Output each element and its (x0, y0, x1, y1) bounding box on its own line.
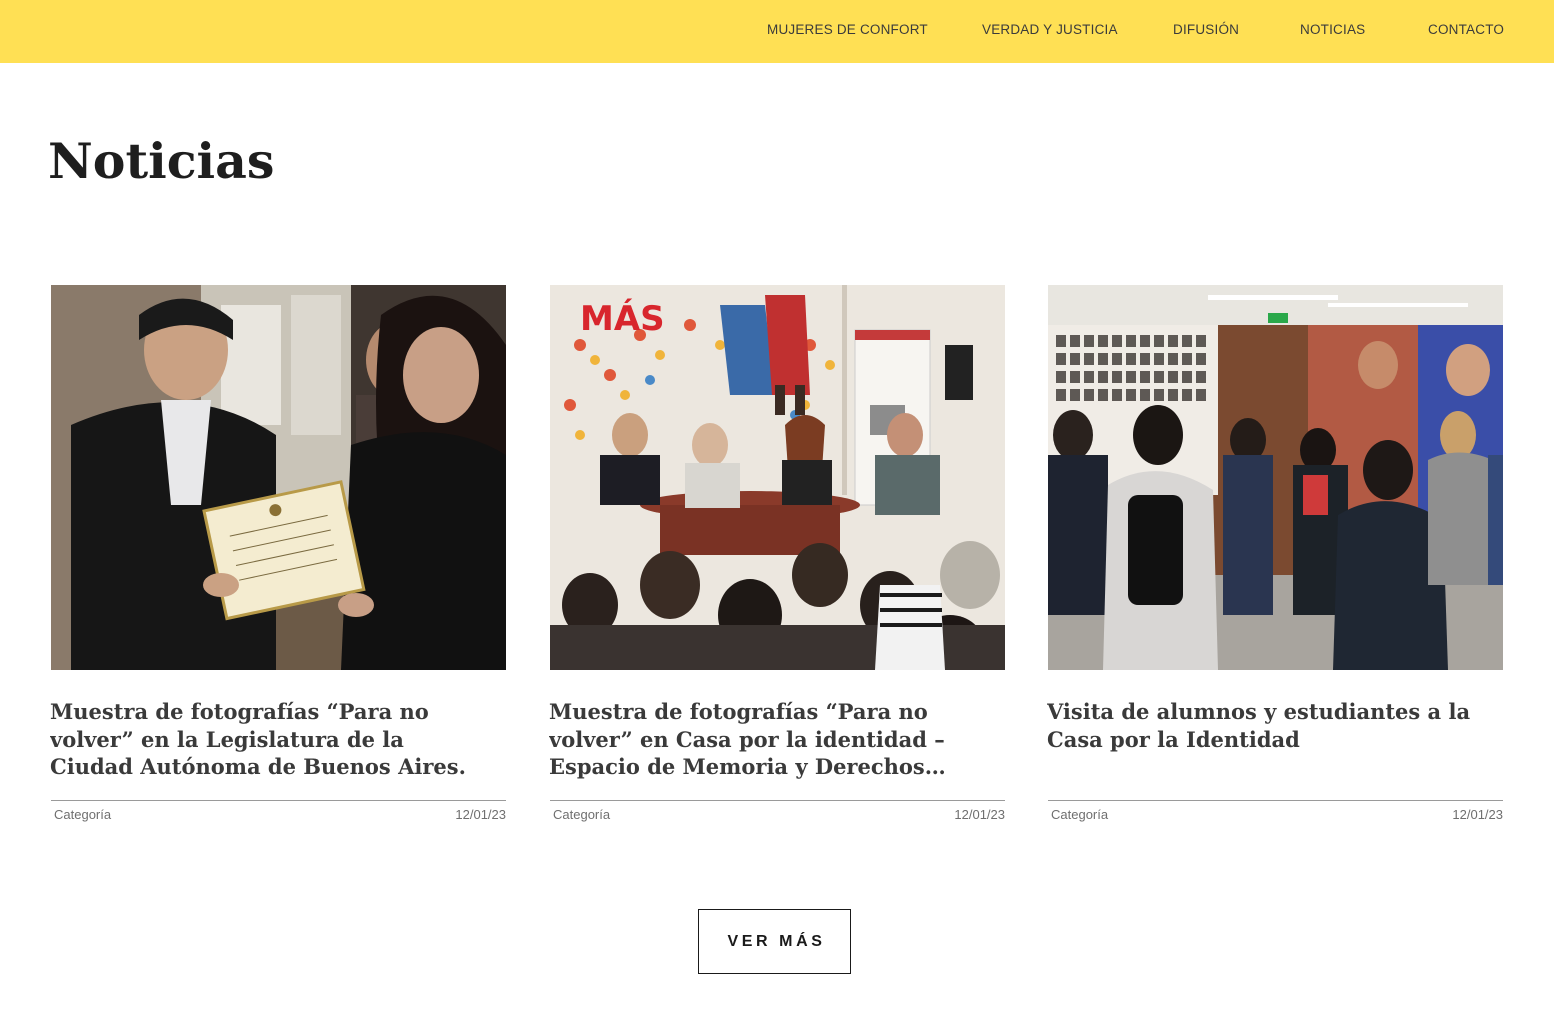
news-card-title[interactable]: Muestra de fotografías “Para no volver” … (50, 698, 490, 782)
news-card-image[interactable]: MÁS (550, 285, 1005, 670)
news-card-date: 12/01/23 (455, 807, 506, 822)
nav-item-difusion[interactable]: DIFUSIÓN (1173, 21, 1239, 39)
nav-item-noticias[interactable]: NOTICIAS (1300, 21, 1365, 39)
nav-item-contacto[interactable]: CONTACTO (1428, 21, 1504, 39)
nav-item-mujeres-de-confort[interactable]: MUJERES DE CONFORT (767, 21, 928, 39)
news-card-meta: Categoría 12/01/23 (51, 800, 506, 826)
news-card-title[interactable]: Visita de alumnos y estudiantes a la Cas… (1047, 698, 1487, 782)
news-card[interactable]: Visita de alumnos y estudiantes a la Cas… (1047, 285, 1503, 822)
main-nav: MUJERES DE CONFORT VERDAD Y JUSTICIA DIF… (0, 0, 1554, 63)
news-card-category[interactable]: Categoría (553, 807, 610, 823)
news-card[interactable]: MÁS Muestra de fotografías “Para no volv… (549, 285, 1005, 822)
ver-mas-button[interactable]: VER MÁS (698, 909, 851, 974)
news-card-meta: Categoría 12/01/23 (550, 800, 1005, 826)
news-card-category[interactable]: Categoría (1051, 807, 1108, 823)
nav-item-verdad-y-justicia[interactable]: VERDAD Y JUSTICIA (982, 21, 1118, 39)
svg-text:MÁS: MÁS (580, 298, 665, 339)
news-card-image[interactable] (51, 285, 506, 670)
news-card-image[interactable] (1048, 285, 1503, 670)
news-card-title[interactable]: Muestra de fotografías “Para no volver” … (549, 698, 989, 782)
news-card-date: 12/01/23 (1452, 807, 1503, 822)
page-title: Noticias (48, 132, 275, 190)
news-card[interactable]: Muestra de fotografías “Para no volver” … (50, 285, 506, 822)
news-card-category[interactable]: Categoría (54, 807, 111, 823)
news-card-meta: Categoría 12/01/23 (1048, 800, 1503, 826)
news-card-date: 12/01/23 (954, 807, 1005, 822)
